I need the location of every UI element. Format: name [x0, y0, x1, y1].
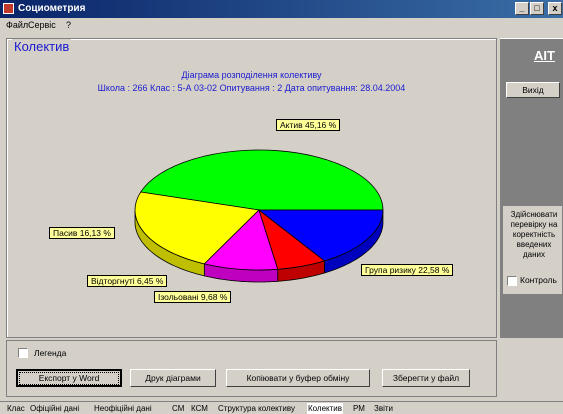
tab-class[interactable]: Клас [6, 403, 26, 414]
slice-label-isolated: Ізольовані 9,68 % [154, 291, 232, 303]
control-checkbox[interactable] [507, 276, 517, 286]
slice-label-active: Актив 45,16 % [276, 119, 341, 131]
exit-button[interactable]: Вихід [506, 82, 560, 98]
tab-ksm[interactable]: КСМ [190, 403, 209, 414]
tab-collective[interactable]: Колектив [307, 403, 344, 414]
export-word-label: Експорт у Word [19, 372, 119, 385]
legend-label: Легенда [34, 348, 67, 358]
slice-label-passive: Пасив 16,13 % [49, 227, 115, 239]
tab-sm[interactable]: СМ [171, 403, 185, 414]
slice-label-rejected: Відторгнуті 6,45 % [87, 275, 168, 287]
sidebar-logo: AIT [500, 38, 563, 74]
copy-clipboard-button[interactable]: Копіювати у буфер обміну [226, 369, 370, 387]
control-label: Контроль [520, 275, 557, 285]
tab-group-structure[interactable]: Структура колективу [217, 403, 296, 414]
export-word-button[interactable]: Експорт у Word [16, 369, 122, 387]
tab-unofficial-data[interactable]: Неофіційні дані [93, 403, 153, 414]
tab-official-data[interactable]: Офіційні дані [29, 403, 80, 414]
tab-bar: Клас Офіційні дані Неофіційні дані СМ КС… [0, 401, 563, 414]
tab-reports[interactable]: Звіти [373, 403, 394, 414]
logo-text: AIT [534, 48, 555, 63]
legend-checkbox[interactable] [18, 348, 28, 358]
validation-panel: Здійснювати перевірку на коректність вве… [502, 205, 563, 295]
print-chart-button[interactable]: Друк діаграми [130, 369, 216, 387]
save-file-button[interactable]: Зберегти у файл [382, 369, 470, 387]
slice-label-risk: Група ризику 22,58 % [361, 264, 454, 276]
tab-rm[interactable]: РМ [352, 403, 366, 414]
validation-text: Здійснювати перевірку на коректність вве… [510, 210, 558, 259]
